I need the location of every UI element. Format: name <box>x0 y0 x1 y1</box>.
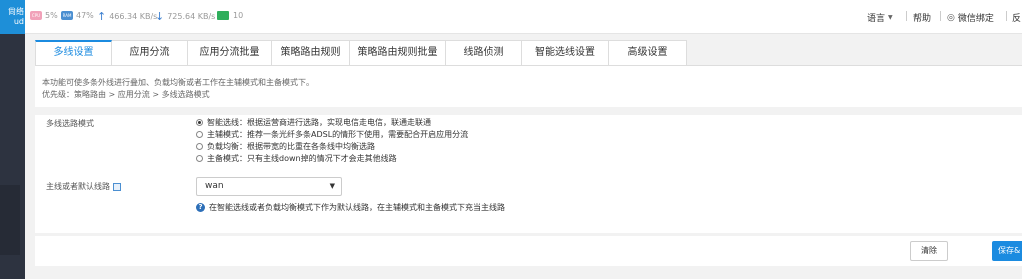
online-count: 10 <box>233 11 244 20</box>
save-button[interactable]: 保存& <box>992 241 1022 261</box>
tab-smart-line-settings[interactable]: 智能选线设置 <box>522 40 609 66</box>
cpu-value: 5% <box>45 11 58 20</box>
tab-app-routing-batch[interactable]: 应用分流批量 <box>188 40 272 66</box>
default-line-select[interactable]: wan ▼ <box>196 177 342 196</box>
wechat-bind-link[interactable]: ◎ 微信绑定 <box>947 11 994 25</box>
download-stat: ↓ 725.64 KB/s <box>155 11 215 22</box>
radio-icon[interactable] <box>196 142 203 150</box>
tab-app-routing[interactable]: 应用分流 <box>112 40 188 66</box>
section-divider <box>35 107 1022 115</box>
language-label: 语言 <box>867 14 886 24</box>
help-text: 在智能选线或者负载均衡模式下作为默认线路，在主辅模式和主备模式下充当主线路 <box>209 203 505 212</box>
wechat-icon: ◎ <box>947 12 955 23</box>
language-menu[interactable]: 语言 ▼ <box>867 11 893 24</box>
help-link[interactable]: 帮助 <box>913 11 931 24</box>
default-line-help: ? 在智能选线或者负载均衡模式下作为默认线路，在主辅模式和主备模式下充当主线路 <box>196 202 505 213</box>
question-icon: ? <box>196 203 205 212</box>
info-icon[interactable] <box>113 182 121 191</box>
tab-policy-route-rules[interactable]: 策略路由规则 <box>272 40 350 66</box>
tab-multiline-settings[interactable]: 多线设置 <box>35 40 112 66</box>
ram-stat: RAM 47% <box>61 11 94 20</box>
radio-load-balance[interactable]: 负载均衡：根据带宽的比重在各条线中均衡选路 <box>196 141 375 151</box>
priority-note: 优先级：策略路由 > 应用分流 > 多线选路模式 <box>42 90 210 99</box>
help-label: 帮助 <box>913 14 932 24</box>
radio-label: 负载均衡：根据带宽的比重在各条线中均衡选路 <box>207 141 375 151</box>
radio-label: 智能选线：根据运营商进行选路，实现电信走电信，联通走联通 <box>207 117 431 127</box>
cpu-stat: CPU 5% <box>30 11 58 20</box>
upload-speed: 466.34 KB/s <box>109 12 158 21</box>
clear-button[interactable]: 清除 <box>910 241 948 261</box>
mode-label: 多线选路模式 <box>46 119 94 128</box>
default-line-value: wan <box>205 181 224 191</box>
feature-description: 本功能可使多条外线进行叠加、负载均衡或者工作在主辅模式和主备模式下。 <box>42 78 314 87</box>
radio-checked-icon[interactable] <box>196 118 203 126</box>
default-line-label-text: 主线或者默认线路 <box>46 182 110 191</box>
download-arrow-icon: ↓ <box>155 10 165 23</box>
radio-icon[interactable] <box>196 154 203 162</box>
radio-icon[interactable] <box>196 130 203 138</box>
logo-text-line1: 尙络 <box>8 7 24 16</box>
wechat-label: 微信绑定 <box>957 14 994 24</box>
top-status-bar: CPU 5% RAM 47% ↑ 466.34 KB/s ↓ 725.64 KB… <box>25 0 1022 34</box>
chevron-down-icon: ▼ <box>888 14 893 21</box>
divider <box>940 11 941 21</box>
radio-primary-backup[interactable]: 主备模式：只有主线down掉的情况下才会走其他线路 <box>196 153 397 163</box>
feedback-label: 反 <box>1012 14 1022 24</box>
ram-icon: RAM <box>61 11 73 20</box>
upload-arrow-icon: ↑ <box>97 10 107 23</box>
sidebar-menu-block[interactable] <box>0 185 20 255</box>
online-monitor-icon <box>217 11 229 20</box>
online-stat: 10 <box>217 11 243 20</box>
divider <box>906 11 907 21</box>
radio-label: 主备模式：只有主线down掉的情况下才会走其他线路 <box>207 153 397 163</box>
upload-stat: ↑ 466.34 KB/s <box>97 11 157 22</box>
tab-policy-route-rules-batch[interactable]: 策略路由规则批量 <box>350 40 446 66</box>
feedback-link[interactable]: 反 <box>1012 11 1021 24</box>
logo-text-line2: ud <box>13 17 24 26</box>
dropdown-caret-icon: ▼ <box>329 182 335 190</box>
action-bar <box>35 236 1022 266</box>
radio-smart-line[interactable]: 智能选线：根据运营商进行选路，实现电信走电信，联通走联通 <box>196 117 431 127</box>
default-line-label: 主线或者默认线路 <box>46 181 121 192</box>
brand-logo[interactable]: 尙络 ud <box>0 0 25 34</box>
left-sidebar: 尙络 ud <box>0 0 25 279</box>
download-speed: 725.64 KB/s <box>167 12 216 21</box>
tab-advanced-settings[interactable]: 高级设置 <box>609 40 687 66</box>
ram-value: 47% <box>76 11 94 20</box>
radio-label: 主辅模式：推荐一条光纤多条ADSL的情形下使用，需要配合开启应用分流 <box>207 129 469 139</box>
radio-primary-secondary[interactable]: 主辅模式：推荐一条光纤多条ADSL的情形下使用，需要配合开启应用分流 <box>196 129 468 139</box>
tab-line-detection[interactable]: 线路侦测 <box>446 40 522 66</box>
cpu-icon: CPU <box>30 11 42 20</box>
settings-tabs: 多线设置 应用分流 应用分流批量 策略路由规则 策略路由规则批量 线路侦测 智能… <box>35 40 687 66</box>
settings-panel: 本功能可使多条外线进行叠加、负载均衡或者工作在主辅模式和主备模式下。 优先级：策… <box>35 65 1022 233</box>
divider <box>1006 11 1007 21</box>
